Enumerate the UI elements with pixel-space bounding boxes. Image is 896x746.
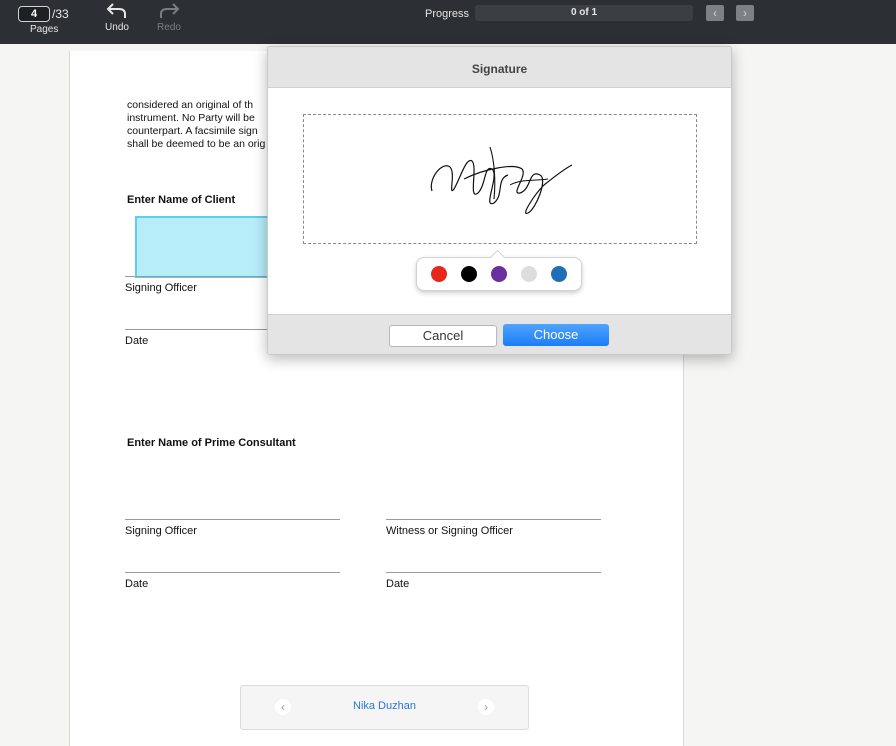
redo-button[interactable]: Redo [149,2,189,40]
signature-dialog: Signature Cancel Choose [267,46,732,355]
client-date-label: Date [125,335,149,347]
next-field-button[interactable]: › [736,5,754,21]
dialog-footer: Cancel Choose [268,314,731,354]
next-signer-button[interactable]: › [478,699,494,715]
signature-drawing-area[interactable] [303,114,697,244]
chevron-left-icon: ‹ [281,700,285,714]
witness-label: Witness or Signing Officer [386,525,513,537]
chevron-left-icon: ‹ [713,6,717,20]
drawn-signature [430,146,573,214]
signer-name[interactable]: Nika Duzhan [301,700,468,712]
page-total: /33 [52,7,69,21]
client-signature-field[interactable] [135,216,289,278]
undo-icon [106,3,126,18]
previous-field-button[interactable]: ‹ [706,5,724,21]
color-palette [416,249,582,291]
chevron-right-icon: › [484,700,488,714]
witness-date-line [386,572,601,573]
witness-signature-line [386,519,601,520]
undo-label: Undo [105,22,129,33]
progress-bar: 0 of 1 [475,5,693,21]
progress-label: Progress [425,8,470,20]
color-swatch-purple[interactable] [491,266,507,282]
chevron-right-icon: › [743,6,747,20]
pages-label: Pages [30,24,59,35]
current-page-input[interactable]: 4 [18,6,50,22]
consultant-signing-officer-label: Signing Officer [125,525,197,537]
witness-date-label: Date [386,578,410,590]
cancel-button[interactable]: Cancel [389,325,497,347]
color-swatch-black[interactable] [461,266,477,282]
consultant-date-label: Date [125,578,149,590]
dialog-title: Signature [268,47,731,88]
progress-text: 0 of 1 [570,7,598,18]
choose-button[interactable]: Choose [503,324,609,346]
color-swatch-blue[interactable] [551,266,567,282]
client-heading: Enter Name of Client [127,194,236,206]
signer-navigator: ‹ Nika Duzhan › [240,685,529,730]
color-swatch-light-gray[interactable] [521,266,537,282]
consultant-heading: Enter Name of Prime Consultant [127,437,296,449]
consultant-date-line [125,572,340,573]
redo-icon [160,3,180,18]
consultant-signature-line [125,519,340,520]
color-swatch-red[interactable] [431,266,447,282]
redo-label: Redo [157,22,181,33]
client-signing-officer-label: Signing Officer [125,282,197,294]
previous-signer-button[interactable]: ‹ [275,699,291,715]
top-toolbar: 4 /33 Pages Undo Redo Progress 0 of 1 ‹ … [0,0,896,44]
undo-button[interactable]: Undo [97,2,137,40]
